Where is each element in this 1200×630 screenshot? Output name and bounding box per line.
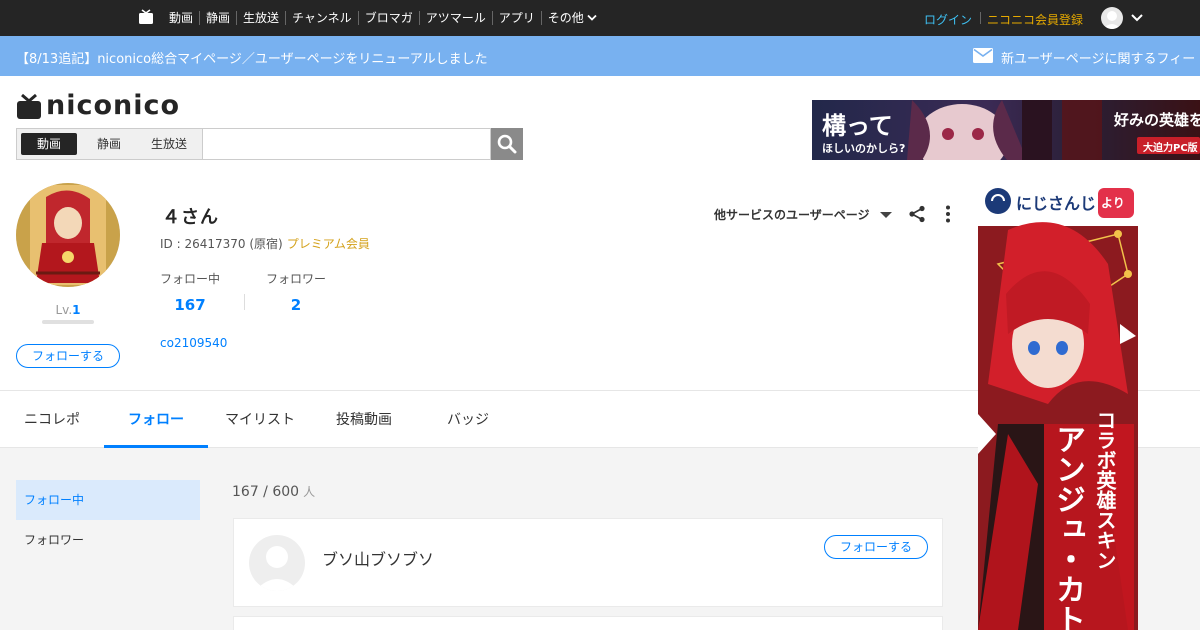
- follow-count-value: 167 / 600: [232, 484, 300, 500]
- tab-videos[interactable]: 投稿動画: [316, 391, 412, 448]
- announcement-link[interactable]: 【8/13追記】niconico総合マイページ／ユーザーページをリニューアルしま…: [16, 48, 488, 67]
- list-item[interactable]: [233, 616, 943, 630]
- user-id: ID : 26417370 (原宿) プレミアム会員: [160, 235, 370, 252]
- followers-count[interactable]: 2: [266, 296, 326, 314]
- user-name: ４さん: [162, 207, 219, 228]
- following-label: フォロー中: [160, 272, 221, 286]
- nav-blomaga[interactable]: ブロマガ: [357, 11, 419, 25]
- side-ad-title-2: より: [1101, 196, 1125, 210]
- chevron-down-icon[interactable]: [1130, 11, 1144, 25]
- mail-icon: [973, 48, 993, 63]
- ad-sub-text: ほしいのかしら?: [822, 142, 906, 155]
- login-link[interactable]: ログイン: [924, 11, 972, 28]
- search-tab-seiga[interactable]: 静画: [81, 133, 137, 155]
- niconico-tv-icon[interactable]: [138, 9, 154, 25]
- search-icon: [497, 134, 517, 154]
- user-id-text: ID : 26417370 (原宿): [160, 237, 283, 251]
- nav-atsumaru[interactable]: アツマール: [418, 11, 492, 25]
- level-progress-bar: [42, 320, 94, 324]
- avatar[interactable]: [249, 535, 305, 591]
- feedback-link[interactable]: 新ユーザーページに関するフィー: [1001, 48, 1195, 67]
- logo-text: niconico: [46, 90, 181, 121]
- ad-main-text: 構って: [822, 112, 893, 140]
- side-ad-vertical-1: コラボ英雄スキン: [1093, 410, 1117, 570]
- niconico-logo[interactable]: niconico: [16, 92, 180, 120]
- chevron-down-icon: [587, 14, 597, 21]
- nav-seiga[interactable]: 静画: [199, 11, 236, 25]
- nav-app[interactable]: アプリ: [491, 11, 541, 25]
- follow-count: 167 / 600 人: [232, 483, 315, 500]
- follow-count-unit: 人: [303, 485, 316, 499]
- nav-more[interactable]: その他: [540, 11, 603, 25]
- tab-nicorepo[interactable]: ニコレポ: [16, 391, 88, 448]
- default-avatar-icon: [255, 546, 299, 591]
- level-value: 1: [72, 303, 81, 317]
- follow-user-button[interactable]: フォローする: [16, 344, 120, 368]
- other-services-dropdown[interactable]: 他サービスのユーザーページ: [714, 206, 892, 223]
- ad-right-text: 好みの英雄を育: [1114, 111, 1200, 129]
- divider: [980, 12, 981, 24]
- list-item[interactable]: ブソ山ブソブソ フォローする: [233, 518, 943, 607]
- sidenav-following[interactable]: フォロー中: [16, 480, 200, 520]
- premium-badge: プレミアム会員: [286, 237, 370, 251]
- level: Lv.1: [16, 303, 120, 317]
- nav-video[interactable]: 動画: [163, 11, 199, 25]
- caret-down-icon: [879, 212, 892, 218]
- followers-label: フォロワー: [266, 272, 327, 286]
- search-tab-live[interactable]: 生放送: [139, 133, 199, 155]
- nav-live[interactable]: 生放送: [236, 11, 285, 25]
- side-ad-title: にじさんじ: [1016, 194, 1097, 213]
- nav-more-label: その他: [547, 11, 584, 25]
- nav-channel[interactable]: チャンネル: [285, 11, 358, 25]
- register-link[interactable]: ニコニコ会員登録: [987, 11, 1083, 28]
- top-bar: 動画 静画 生放送 チャンネル ブロマガ アツマール アプリ その他 ログイン …: [0, 0, 1200, 36]
- search-button[interactable]: [491, 128, 523, 160]
- side-ad-vertical-2: アンジュ・カト: [1050, 424, 1085, 630]
- share-icon[interactable]: [908, 205, 926, 223]
- search-tab-video[interactable]: 動画: [21, 133, 77, 155]
- search-input[interactable]: [202, 128, 491, 160]
- tab-badges[interactable]: バッジ: [420, 391, 516, 448]
- ad-badge: 大迫力PC版: [1143, 143, 1198, 154]
- default-avatar-icon: [1103, 11, 1121, 29]
- logo-tv-icon: [17, 93, 41, 119]
- follow-button[interactable]: フォローする: [824, 535, 928, 559]
- other-services-label: 他サービスのユーザーページ: [714, 208, 870, 222]
- side-ad-banner[interactable]: にじさんじ より コラボ英雄スキン アンジュ・カト: [978, 184, 1138, 630]
- global-nav: 動画 静画 生放送 チャンネル ブロマガ アツマール アプリ その他: [163, 0, 603, 36]
- user-avatar: [16, 183, 120, 287]
- following-count[interactable]: 167: [160, 296, 220, 314]
- tab-mylist[interactable]: マイリスト: [212, 391, 308, 448]
- level-prefix: Lv.: [55, 303, 73, 317]
- avatar-image: [16, 183, 120, 287]
- sidenav-followers[interactable]: フォロワー: [16, 520, 200, 560]
- divider: [244, 294, 245, 310]
- followed-user-name[interactable]: ブソ山ブソブソ: [322, 546, 434, 570]
- announcement-bar: 【8/13追記】niconico総合マイページ／ユーザーページをリニューアルしま…: [0, 36, 1200, 76]
- search-bar: 動画 静画 生放送: [16, 128, 523, 160]
- user-menu-avatar[interactable]: [1101, 7, 1123, 29]
- tab-follow[interactable]: フォロー: [104, 391, 208, 448]
- top-ad-banner[interactable]: 構って ほしいのかしら? 好みの英雄を育 大迫力PC版: [812, 100, 1200, 160]
- community-link[interactable]: co2109540: [160, 336, 227, 350]
- more-menu-icon[interactable]: [939, 205, 957, 223]
